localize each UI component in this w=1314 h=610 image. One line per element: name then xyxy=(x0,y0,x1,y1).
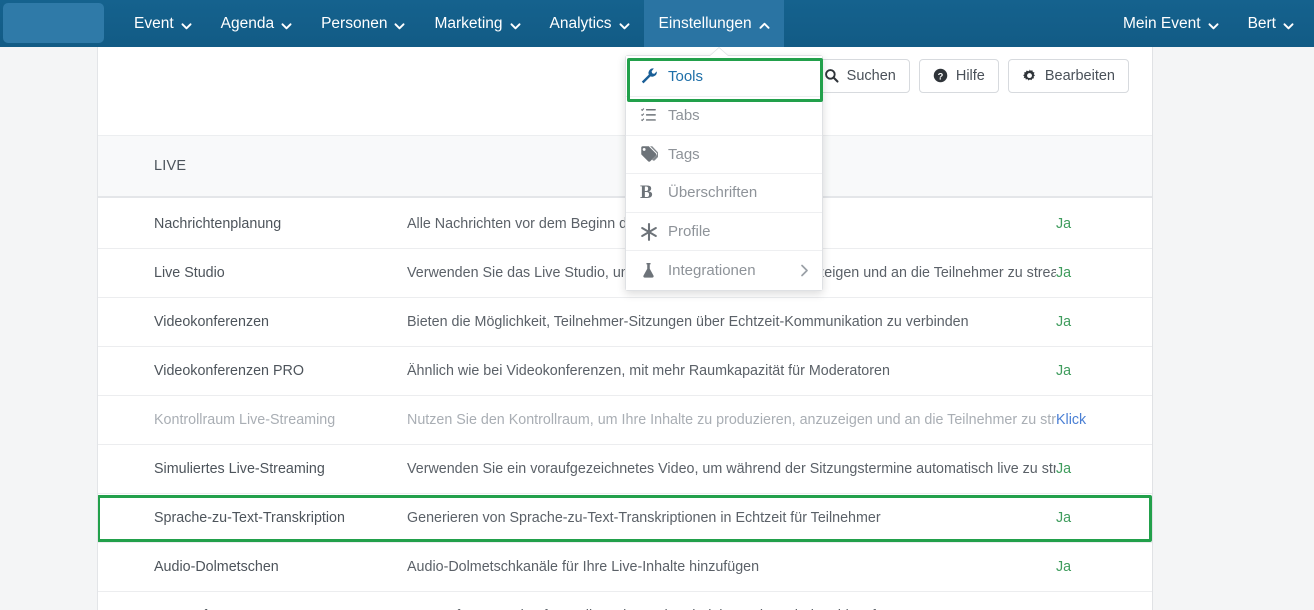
gear-icon xyxy=(1022,68,1037,83)
help-button[interactable]: ? Hilfe xyxy=(918,58,999,93)
table-row[interactable]: Audio-Dolmetschen Audio-Dolmetschkanäle f… xyxy=(98,543,1152,592)
svg-text:?: ? xyxy=(937,71,943,81)
chevron-down-icon xyxy=(281,19,292,29)
row-name: Live Studio xyxy=(154,265,225,281)
settings-dropdown-menu: Tools Tabs Tags B Überschriften Profile Integr… xyxy=(625,48,823,291)
table-row[interactable]: Simuliertes Live-Streaming Verwenden Sie … xyxy=(98,445,1152,494)
nav-item-marketing[interactable]: Marketing xyxy=(419,0,534,47)
nav-item-label: Event xyxy=(134,14,174,32)
chevron-right-icon xyxy=(800,264,809,277)
nav-item-label: Personen xyxy=(321,14,388,32)
row-name: Nachrichtenplanung xyxy=(154,216,282,232)
menu-item-label: Tags xyxy=(668,145,700,163)
row-value: Ja xyxy=(1056,265,1072,281)
row-name: Videokonferenzen PRO xyxy=(154,363,304,379)
nav-item-label: Analytics xyxy=(549,14,612,32)
menu-item-tools[interactable]: Tools xyxy=(626,56,822,97)
row-description: Verwenden Sie ein voraufgezeichnetes Vid… xyxy=(407,461,1056,477)
nav-item-label: Bert xyxy=(1247,14,1276,32)
menu-item-profile[interactable]: Profile xyxy=(626,212,822,252)
nav-item-label: Mein Event xyxy=(1123,14,1201,32)
top-navbar: Event Agenda Personen Marketing Analytics Ein… xyxy=(0,0,1314,47)
menu-item-tabs[interactable]: Tabs xyxy=(626,97,822,136)
row-description: Bieten die Möglichkeit, Teilnehmer-Sitzu… xyxy=(407,314,969,330)
nav-primary-items: Event Agenda Personen Marketing Analytics Ein… xyxy=(119,0,784,47)
table-row[interactable]: Videokonferenzen PRO Ähnlich wie bei Vide… xyxy=(98,347,1152,396)
bold-b-icon: B xyxy=(640,182,653,204)
help-button-label: Hilfe xyxy=(955,67,985,84)
row-name: Videokonferenzen xyxy=(154,314,269,330)
row-value: Ja xyxy=(1056,216,1072,232)
nav-item-analytics[interactable]: Analytics xyxy=(535,0,644,47)
row-name: Kontrollraum Live-Streaming xyxy=(154,412,336,428)
nav-item-label: Marketing xyxy=(434,14,503,32)
menu-item-uberschriften[interactable]: B Überschriften xyxy=(626,174,822,213)
menu-item-label: Profile xyxy=(668,223,711,241)
edit-button[interactable]: Bearbeiten xyxy=(1007,58,1129,93)
menu-item-tags[interactable]: Tags xyxy=(626,135,822,175)
asterisk-icon xyxy=(640,222,668,241)
row-description: Nutzen Sie den Kontrollraum, um Ihre Inh… xyxy=(407,412,1056,428)
flask-icon xyxy=(640,262,668,279)
menu-item-integrationen[interactable]: Integrationen xyxy=(626,251,822,290)
search-button[interactable]: Suchen xyxy=(809,58,910,93)
section-header-label: LIVE xyxy=(154,158,187,174)
nav-item-label: Agenda xyxy=(220,14,275,32)
tag-icon xyxy=(640,145,668,163)
chevron-down-icon xyxy=(619,19,630,29)
row-name: Simuliertes Live-Streaming xyxy=(154,461,325,477)
chevron-down-icon xyxy=(1283,19,1294,29)
chevron-down-icon xyxy=(510,19,521,29)
nav-item-einstellungen[interactable]: Einstellungen xyxy=(643,0,784,47)
nav-item-label: Einstellungen xyxy=(658,14,752,32)
list-icon xyxy=(640,107,668,124)
nav-item-personen[interactable]: Personen xyxy=(306,0,419,47)
nav-item-bert[interactable]: Bert xyxy=(1233,0,1308,47)
question-circle-icon: ? xyxy=(933,68,948,83)
chevron-up-icon xyxy=(759,19,770,29)
row-value: Ja xyxy=(1056,461,1072,477)
search-icon xyxy=(824,68,839,83)
row-name: Audio-Dolmetschen xyxy=(154,559,279,575)
menu-item-label: Überschriften xyxy=(668,184,758,202)
nav-item-mein-event[interactable]: Mein Event xyxy=(1108,0,1233,47)
table-row[interactable]: Videokonferenzen Bieten die Möglichkeit, … xyxy=(98,298,1152,347)
row-value: Ja xyxy=(1056,314,1072,330)
table-row[interactable]: InterprefyInterprefy-Integration für Aud… xyxy=(98,592,1152,610)
row-value: Ja xyxy=(1056,559,1072,575)
nav-item-event[interactable]: Event xyxy=(119,0,206,47)
dropdown-arrow-icon xyxy=(710,48,728,56)
menu-item-label: Tabs xyxy=(668,107,700,125)
nav-secondary-items: Mein Event Bert xyxy=(1108,0,1314,47)
chevron-down-icon xyxy=(181,19,192,29)
wrench-icon xyxy=(640,67,668,85)
menu-item-label: Tools xyxy=(668,67,704,85)
row-description: Ähnlich wie bei Videokonferenzen, mit me… xyxy=(407,363,890,379)
settings-menu-list: Tools Tabs Tags B Überschriften Profile Integr… xyxy=(626,56,822,290)
app-root: Tools Ansicht Bearbeiten Sie die Tools u… xyxy=(0,0,1314,610)
row-value[interactable]: Klick xyxy=(1056,412,1152,428)
edit-button-label: Bearbeiten xyxy=(1044,67,1115,84)
nav-item-agenda[interactable]: Agenda xyxy=(206,0,306,47)
table-row[interactable]: Kontrollraum Live-Streaming Nutzen Sie de… xyxy=(98,396,1152,445)
chevron-down-icon xyxy=(1208,19,1219,29)
row-value: Ja xyxy=(1056,510,1072,526)
chevron-down-icon xyxy=(394,19,405,29)
app-logo[interactable] xyxy=(3,3,104,43)
row-description: Generieren von Sprache-zu-Text-Transkrip… xyxy=(407,510,881,526)
menu-item-label: Integrationen xyxy=(668,262,756,280)
row-name: Sprache-zu-Text-Transkription xyxy=(154,510,345,526)
search-button-label: Suchen xyxy=(846,67,896,84)
row-description: Audio-Dolmetschkanäle für Ihre Live-Inha… xyxy=(407,559,760,575)
table-row[interactable]: Sprache-zu-Text-Transkription Generieren … xyxy=(98,494,1152,543)
row-value: Ja xyxy=(1056,363,1072,379)
